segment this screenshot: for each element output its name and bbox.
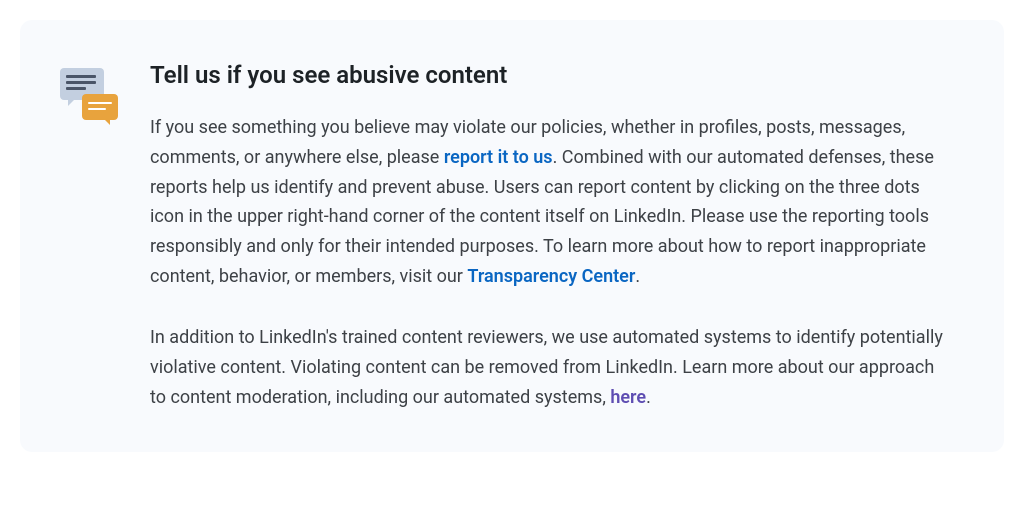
chat-bubbles-icon: [60, 68, 120, 128]
para2-text-after-link: .: [646, 387, 651, 408]
report-link[interactable]: report it to us: [444, 147, 553, 168]
info-card: Tell us if you see abusive content If yo…: [20, 20, 1004, 452]
transparency-center-link[interactable]: Transparency Center: [467, 266, 635, 287]
paragraph-1: If you see something you believe may vio…: [150, 113, 954, 291]
para2-text-before-link: In addition to LinkedIn's trained conten…: [150, 327, 943, 407]
here-link[interactable]: here: [610, 387, 646, 408]
card-heading: Tell us if you see abusive content: [150, 60, 954, 91]
paragraph-2: In addition to LinkedIn's trained conten…: [150, 323, 954, 412]
card-content: Tell us if you see abusive content If yo…: [150, 60, 954, 412]
para1-text-after-link2: .: [635, 266, 640, 287]
